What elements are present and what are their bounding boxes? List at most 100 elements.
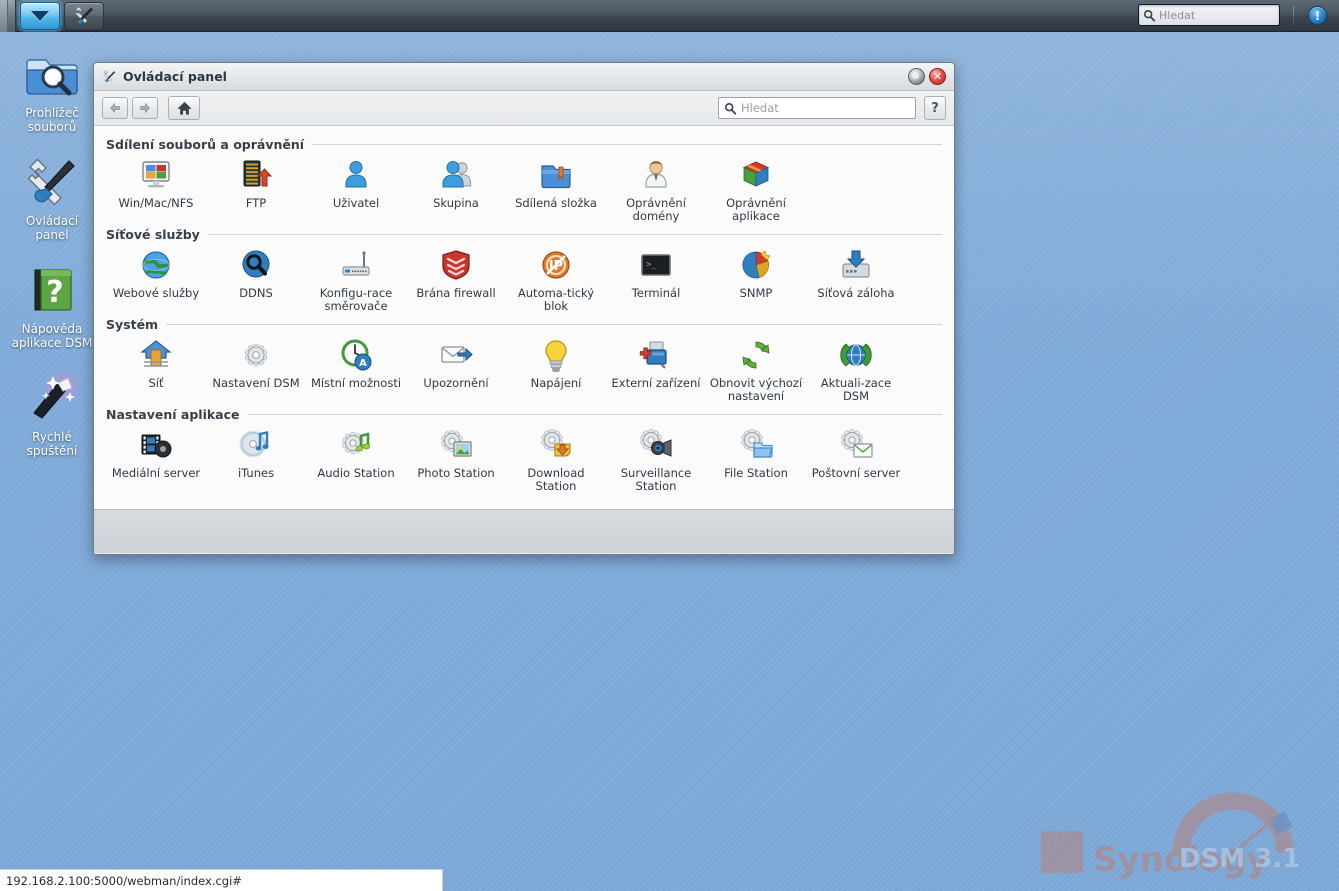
desktop-icon-file-browser[interactable]: Prohlížeč souborů <box>0 46 104 134</box>
section-item-grid: Webové služby DDNS Konfigu-race směrovač… <box>106 244 942 313</box>
section-header: Systém <box>106 317 942 332</box>
section-item-grid: Win/Mac/NFS FTP Uživatel Skupina Sdílená… <box>106 154 942 223</box>
desktop-icon-control-panel[interactable]: Ovládací panel <box>0 154 104 242</box>
control-panel-item[interactable]: Download Station <box>506 426 606 493</box>
control-panel-item[interactable]: >_ Terminál <box>606 246 706 313</box>
window-toolbar: Hledat ? <box>94 91 954 126</box>
control-panel-item[interactable]: IP Automa-tický blok <box>506 246 606 313</box>
control-panel-item[interactable]: Konfigu-race směrovače <box>306 246 406 313</box>
chevron-down-icon <box>31 10 49 21</box>
globe-icon <box>139 248 173 282</box>
control-panel-item[interactable]: Mediální server <box>106 426 206 493</box>
control-panel-item[interactable]: Photo Station <box>406 426 506 493</box>
control-panel-item[interactable]: SNMP <box>706 246 806 313</box>
control-panel-item-label: Konfigu-race směrovače <box>319 286 393 313</box>
search-input[interactable]: Hledat <box>718 97 916 119</box>
control-panel-item[interactable]: Aktuali-zace DSM <box>806 336 906 403</box>
control-panel-item[interactable]: Webové služby <box>106 246 206 313</box>
control-panel-item-label: Skupina <box>433 196 479 210</box>
section-item-grid: Mediální server iTunes Audio Station Pho… <box>106 424 942 493</box>
control-panel-item[interactable]: Win/Mac/NFS <box>106 156 206 223</box>
control-panel-item[interactable]: Nastavení DSM <box>206 336 306 403</box>
desktop-icon-quick-start[interactable]: Rychlé spuštění <box>0 370 104 458</box>
control-panel-item[interactable]: Síť <box>106 336 206 403</box>
arrow-left-icon <box>110 102 120 114</box>
close-button[interactable]: ✕ <box>929 68 946 85</box>
section-header: Nastavení aplikace <box>106 407 942 422</box>
tools-icon <box>74 5 93 24</box>
monitor-colors-icon <box>139 158 173 192</box>
control-panel-item[interactable]: File Station <box>706 426 806 493</box>
network-backup-icon <box>839 248 873 282</box>
control-panel-item[interactable]: Brána firewall <box>406 246 506 313</box>
control-panel-item-label: Surveillance Station <box>620 466 692 493</box>
control-panel-item[interactable]: Oprávnění domény <box>606 156 706 223</box>
itunes-cd-icon <box>239 428 273 462</box>
section-header: Síťové služby <box>106 227 942 242</box>
control-panel-item-label: Nastavení DSM <box>212 376 300 390</box>
close-icon: ✕ <box>932 70 943 83</box>
search-placeholder: Hledat <box>741 101 779 115</box>
watermark-brand: Synology <box>1093 840 1269 880</box>
desktop-icon-label: Ovládací panel <box>25 214 79 242</box>
control-panel-item-label: Síťová záloha <box>817 286 895 300</box>
firewall-shield-icon <box>439 248 473 282</box>
control-panel-item[interactable]: Upozornění <box>406 336 506 403</box>
control-panel-item[interactable]: Audio Station <box>306 426 406 493</box>
section-item-grid: Síť Nastavení DSM A Místní možnosti Upozor… <box>106 334 942 403</box>
control-panel-item-label: SNMP <box>739 286 773 300</box>
photo-station-icon <box>439 428 473 462</box>
control-panel-item[interactable]: Uživatel <box>306 156 406 223</box>
taskbar-search-box[interactable]: Hledat <box>1138 4 1280 26</box>
control-panel-item[interactable]: Skupina <box>406 156 506 223</box>
control-panel-item[interactable]: Napájení <box>506 336 606 403</box>
control-panel-item[interactable]: Poštovní server <box>806 426 906 493</box>
power-bulb-icon <box>539 338 573 373</box>
control-panel-item-label: Místní možnosti <box>310 376 402 390</box>
audio-station-icon <box>339 428 373 462</box>
taskbar-grip <box>0 0 16 32</box>
desktop-icon-label: Rychlé spuštění <box>26 430 78 458</box>
info-glyph: ! <box>1314 8 1321 23</box>
section-rule <box>312 144 942 145</box>
help-book-icon: ? <box>24 262 80 318</box>
help-button[interactable]: ? <box>924 96 946 120</box>
control-panel-item[interactable]: Oprávnění aplikace <box>706 156 806 223</box>
main-menu-button[interactable] <box>20 1 60 30</box>
notification-mail-icon <box>439 338 473 372</box>
window-statusbar <box>94 509 954 553</box>
control-panel-item[interactable]: Sdílená složka <box>506 156 606 223</box>
browser-status-bar: 192.168.2.100:5000/webman/index.cgi# <box>0 869 443 891</box>
taskbar-control-panel-button[interactable] <box>64 1 104 30</box>
svg-text:?: ? <box>46 275 63 310</box>
usb-device-icon <box>639 338 673 372</box>
info-icon[interactable]: ! <box>1308 6 1327 25</box>
forward-button[interactable] <box>132 97 158 119</box>
snmp-pie-icon <box>739 248 773 282</box>
control-panel-item-label: Externí zařízení <box>611 376 701 390</box>
control-panel-item[interactable]: Surveillance Station <box>606 426 706 493</box>
control-panel-item[interactable]: Síťová záloha <box>806 246 906 313</box>
gear-icon <box>239 338 273 372</box>
home-button[interactable] <box>168 96 200 120</box>
router-icon <box>339 248 373 282</box>
control-panel-icon <box>24 154 80 210</box>
control-panel-item[interactable]: iTunes <box>206 426 306 493</box>
minimize-button[interactable] <box>908 68 925 85</box>
control-panel-item-label: Download Station <box>527 466 585 493</box>
control-panel-body: Sdílení souborů a oprávnění Win/Mac/NFS … <box>94 126 954 509</box>
back-button[interactable] <box>102 97 128 119</box>
search-icon <box>1143 9 1156 22</box>
control-panel-item[interactable]: DDNS <box>206 246 306 313</box>
control-panel-item[interactable]: FTP <box>206 156 306 223</box>
window-titlebar[interactable]: Ovládací panel ✕ <box>94 63 954 91</box>
control-panel-item[interactable]: Obnovit výchozí nastavení <box>706 336 806 403</box>
section-rule <box>207 234 942 235</box>
control-panel-item-label: iTunes <box>237 466 275 480</box>
control-panel-item[interactable]: Externí zařízení <box>606 336 706 403</box>
arrow-right-icon <box>140 102 150 114</box>
desktop-icon-dsm-help[interactable]: ? Nápověda aplikace DSM <box>0 262 104 350</box>
control-panel-item[interactable]: A Místní možnosti <box>306 336 406 403</box>
ddns-search-icon <box>239 248 273 282</box>
help-label: ? <box>931 100 939 116</box>
